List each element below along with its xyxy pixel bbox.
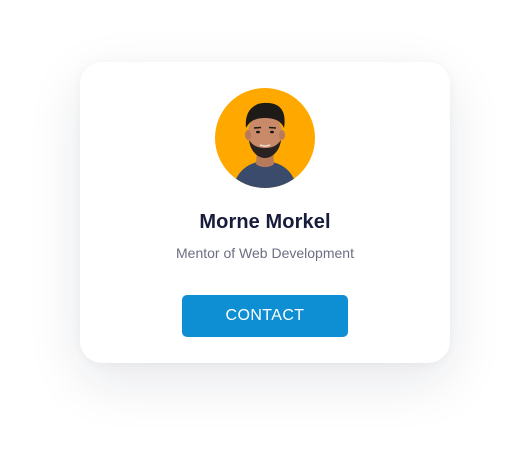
avatar xyxy=(215,88,315,188)
contact-button[interactable]: CONTACT xyxy=(182,295,348,337)
profile-card: Morne Morkel Mentor of Web Development C… xyxy=(80,62,450,363)
profile-role: Mentor of Web Development xyxy=(176,245,354,261)
profile-name: Morne Morkel xyxy=(199,211,331,233)
person-avatar-icon xyxy=(215,88,315,188)
